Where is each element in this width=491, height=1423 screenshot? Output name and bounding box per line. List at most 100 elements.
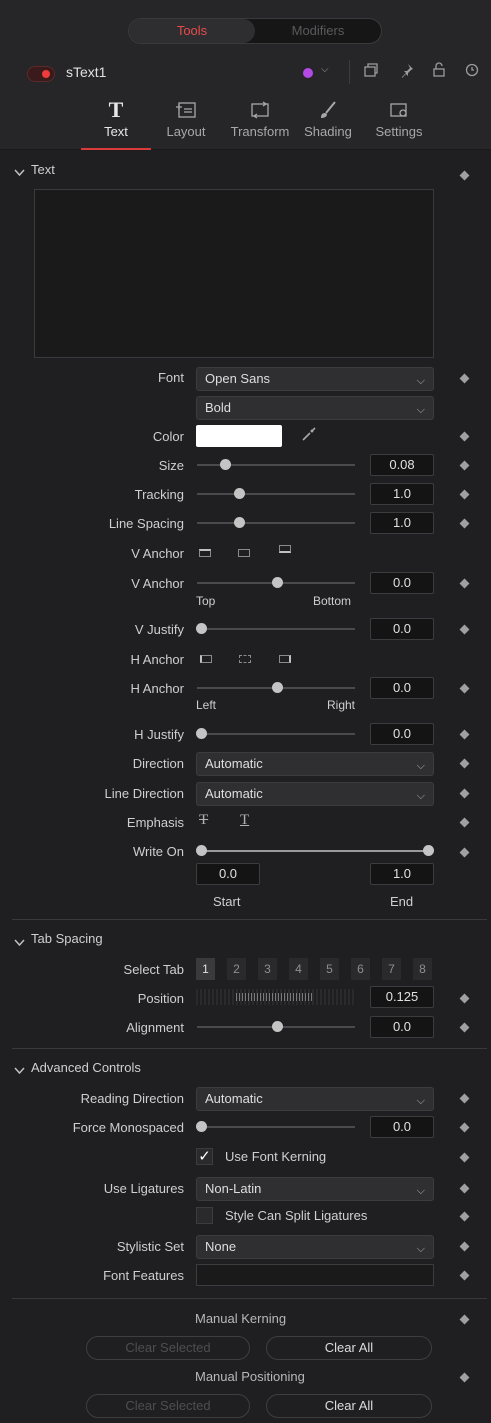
- write-on-start-field[interactable]: 0.0: [196, 863, 260, 885]
- alignment-field[interactable]: 0.0: [370, 1016, 434, 1038]
- force-monospaced-field[interactable]: 0.0: [370, 1116, 434, 1138]
- tracking-slider-knob[interactable]: [234, 488, 245, 499]
- tracking-slider-track[interactable]: [197, 493, 355, 495]
- h-anchor-field[interactable]: 0.0: [370, 677, 434, 699]
- write-on-end-field[interactable]: 1.0: [370, 863, 434, 885]
- color-swatch[interactable]: [196, 425, 282, 447]
- chevron-down-icon[interactable]: ⌵: [321, 64, 329, 75]
- eyedropper-icon[interactable]: [300, 425, 318, 446]
- line-spacing-field[interactable]: 1.0: [370, 512, 434, 534]
- write-on-range-track[interactable]: [200, 850, 428, 852]
- v-anchor-slider-knob[interactable]: [272, 577, 283, 588]
- h-anchor-slider-knob[interactable]: [272, 682, 283, 693]
- tab-text[interactable]: T Text: [86, 96, 146, 148]
- line-direction-select[interactable]: Automatic ⌵: [196, 782, 434, 806]
- keyframe-diamond-icon[interactable]: [459, 431, 470, 442]
- pin-icon[interactable]: [398, 62, 416, 80]
- tab-number-2[interactable]: 2: [227, 958, 246, 980]
- keyframe-diamond-icon[interactable]: [459, 489, 470, 500]
- tools-tab[interactable]: Tools: [129, 19, 255, 43]
- keyframe-diamond-icon[interactable]: [459, 1270, 470, 1281]
- anchor-middle-icon[interactable]: [238, 549, 250, 557]
- node-enable-toggle[interactable]: [27, 66, 55, 82]
- keyframe-diamond-icon[interactable]: [459, 373, 470, 384]
- tab-number-4[interactable]: 4: [289, 958, 308, 980]
- text-input-area[interactable]: [34, 189, 434, 358]
- use-ligatures-select[interactable]: Non-Latin ⌵: [196, 1177, 434, 1201]
- keyframe-diamond-icon[interactable]: [459, 758, 470, 769]
- clear-all-kerning-button[interactable]: Clear All: [266, 1336, 432, 1360]
- node-color-dot[interactable]: [303, 68, 313, 78]
- clear-selected-kerning-button[interactable]: Clear Selected: [86, 1336, 250, 1360]
- write-on-start-knob[interactable]: [196, 845, 207, 856]
- anchor-center-icon[interactable]: [239, 655, 251, 663]
- tab-layout[interactable]: Layout: [158, 96, 214, 148]
- style-can-split-ligatures-checkbox[interactable]: [196, 1207, 213, 1224]
- line-spacing-slider-track[interactable]: [197, 522, 355, 524]
- h-justify-slider-knob[interactable]: [196, 728, 207, 739]
- font-features-input[interactable]: [196, 1264, 434, 1286]
- keyframe-diamond-icon[interactable]: [459, 1241, 470, 1252]
- font-style-select[interactable]: Bold ⌵: [196, 396, 434, 420]
- keyframe-diamond-icon[interactable]: [459, 993, 470, 1004]
- lock-icon[interactable]: [430, 62, 448, 80]
- anchor-left-icon[interactable]: [200, 655, 212, 663]
- tab-number-1[interactable]: 1: [196, 958, 215, 980]
- alignment-slider-knob[interactable]: [272, 1021, 283, 1032]
- keyframe-diamond-icon[interactable]: [459, 1022, 470, 1033]
- line-spacing-slider-knob[interactable]: [234, 517, 245, 528]
- tab-number-3[interactable]: 3: [258, 958, 277, 980]
- underline-icon[interactable]: T: [240, 812, 249, 829]
- keyframe-diamond-icon[interactable]: [459, 1093, 470, 1104]
- keyframe-diamond-icon[interactable]: [459, 1314, 470, 1325]
- tools-modifiers-switch[interactable]: Tools Modifiers: [128, 18, 382, 44]
- tab-settings[interactable]: Settings: [370, 96, 428, 148]
- keyframe-diamond-icon[interactable]: [459, 1152, 470, 1163]
- font-select[interactable]: Open Sans ⌵: [196, 367, 434, 391]
- keyframe-diamond-icon[interactable]: [459, 683, 470, 694]
- v-justify-field[interactable]: 0.0: [370, 618, 434, 640]
- tab-number-6[interactable]: 6: [351, 958, 370, 980]
- v-justify-slider-knob[interactable]: [196, 623, 207, 634]
- direction-select[interactable]: Automatic ⌵: [196, 752, 434, 776]
- chevron-down-icon[interactable]: [14, 1063, 25, 1078]
- v-justify-slider-track[interactable]: [197, 628, 355, 630]
- keyframe-diamond-icon[interactable]: [459, 578, 470, 589]
- keyframe-diamond-icon[interactable]: [459, 624, 470, 635]
- tracking-field[interactable]: 1.0: [370, 483, 434, 505]
- keyframe-diamond-icon[interactable]: [459, 518, 470, 529]
- anchor-top-icon[interactable]: [199, 549, 211, 557]
- size-field[interactable]: 0.08: [370, 454, 434, 476]
- force-monospaced-slider-track[interactable]: [197, 1126, 355, 1128]
- keyframe-diamond-icon[interactable]: [459, 170, 470, 181]
- keyframe-diamond-icon[interactable]: [459, 788, 470, 799]
- chevron-down-icon[interactable]: [14, 935, 25, 950]
- position-jog-wheel[interactable]: [196, 989, 356, 1005]
- strikethrough-icon[interactable]: T: [199, 812, 208, 829]
- tab-number-5[interactable]: 5: [320, 958, 339, 980]
- h-justify-slider-track[interactable]: [197, 733, 355, 735]
- clear-selected-positioning-button[interactable]: Clear Selected: [86, 1394, 250, 1418]
- force-monospaced-slider-knob[interactable]: [196, 1121, 207, 1132]
- v-anchor-field[interactable]: 0.0: [370, 572, 434, 594]
- write-on-end-knob[interactable]: [423, 845, 434, 856]
- tab-transform[interactable]: Transform: [224, 96, 296, 148]
- versions-icon[interactable]: [362, 62, 380, 80]
- anchor-right-icon[interactable]: [279, 655, 291, 663]
- keyframe-diamond-icon[interactable]: [459, 460, 470, 471]
- reading-direction-select[interactable]: Automatic ⌵: [196, 1087, 434, 1111]
- use-font-kerning-checkbox[interactable]: ✓: [196, 1148, 213, 1165]
- keyframe-diamond-icon[interactable]: [459, 1122, 470, 1133]
- keyframe-diamond-icon[interactable]: [459, 847, 470, 858]
- chevron-down-icon[interactable]: [14, 165, 25, 180]
- tab-shading[interactable]: Shading: [302, 96, 354, 148]
- size-slider-knob[interactable]: [220, 459, 231, 470]
- tab-number-8[interactable]: 8: [413, 958, 432, 980]
- keyframe-diamond-icon[interactable]: [459, 817, 470, 828]
- position-field[interactable]: 0.125: [370, 986, 434, 1008]
- h-justify-field[interactable]: 0.0: [370, 723, 434, 745]
- clear-all-positioning-button[interactable]: Clear All: [266, 1394, 432, 1418]
- keyframe-diamond-icon[interactable]: [459, 1372, 470, 1383]
- anchor-bottom-icon[interactable]: [279, 545, 291, 553]
- reset-icon[interactable]: [463, 62, 481, 80]
